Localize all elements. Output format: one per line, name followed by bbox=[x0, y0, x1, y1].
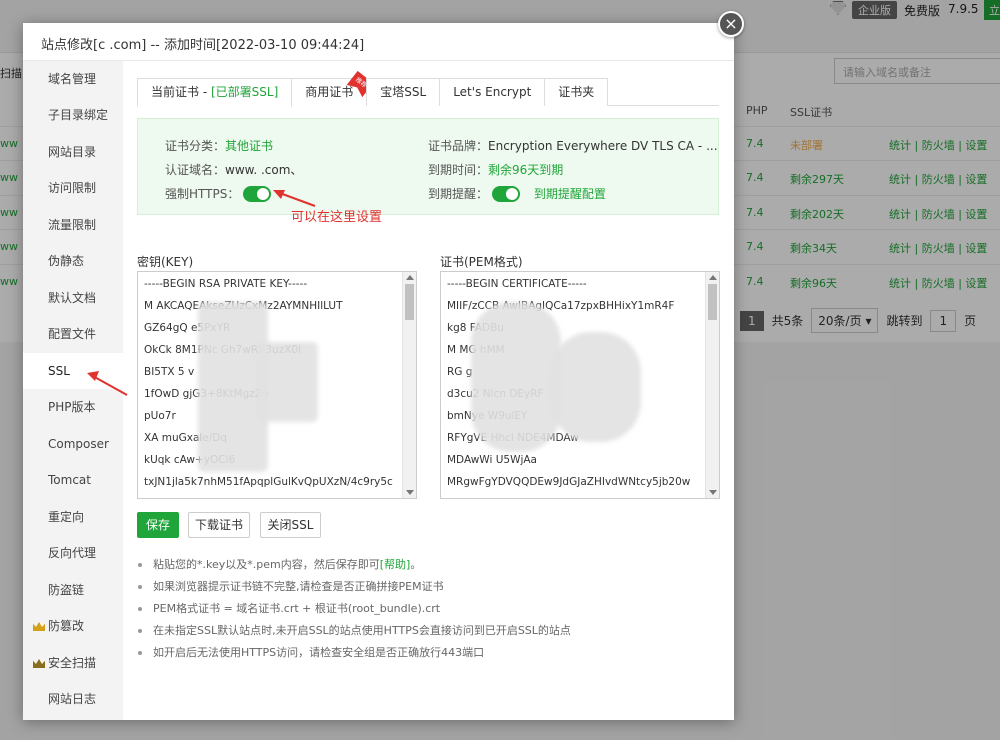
ssl-content: 当前证书 - [已部署SSL] 商用证书 推荐 宝塔SSL Let's Encry… bbox=[123, 61, 734, 720]
sidebar-item-label: 安全扫描 bbox=[48, 656, 97, 670]
ssl-tabs: 当前证书 - [已部署SSL] 商用证书 推荐 宝塔SSL Let's Encry… bbox=[137, 78, 719, 107]
site-edit-modal: 站点修改[c .com] -- 添加时间[2022-03-10 09:44:24… bbox=[23, 11, 744, 720]
list-item: 在未指定SSL默认站点时,未开启SSL的站点使用HTTPS会直接访问到已开启SS… bbox=[137, 620, 571, 642]
code-line: MDAwWi U5WjAa bbox=[447, 454, 537, 466]
code-line: -----BEGIN CERTIFICATE----- bbox=[447, 278, 587, 290]
cert-domain-label: 认证域名： bbox=[165, 163, 226, 177]
tab-label: 当前证书 - bbox=[151, 85, 211, 99]
cert-domain: 认证域名：www. .com、 bbox=[165, 161, 302, 178]
sidebar-item-security-scan[interactable]: 安全扫描 bbox=[23, 645, 123, 681]
sidebar-item-label: 防篡改 bbox=[48, 619, 85, 633]
download-cert-button[interactable]: 下载证书 bbox=[188, 512, 250, 538]
sidebar-item-traffic-limit[interactable]: 流量限制 bbox=[23, 207, 123, 243]
expire-remind-config-link[interactable]: 到期提醒配置 bbox=[534, 187, 606, 201]
tab-label: 商用证书 bbox=[305, 85, 354, 99]
expire-remind: 到期提醒： 到期提醒配置 bbox=[428, 185, 606, 202]
code-line: -----BEGIN RSA PRIVATE KEY----- bbox=[144, 278, 308, 290]
scroll-thumb[interactable] bbox=[405, 284, 414, 320]
cert-info-box: 证书分类：其他证书 证书品牌：Encryption Everywhere DV … bbox=[137, 118, 719, 215]
sidebar-item-redirect[interactable]: 重定向 bbox=[23, 499, 123, 535]
tab-current-cert[interactable]: 当前证书 - [已部署SSL] bbox=[137, 78, 293, 107]
crown-icon bbox=[33, 622, 45, 631]
cert-category: 证书分类：其他证书 bbox=[165, 137, 273, 154]
tab-baota-ssl[interactable]: 宝塔SSL bbox=[366, 78, 441, 106]
code-line: txJN1jla5k7nhM51fApqplGulKvQpUXzN/4c9ry5… bbox=[144, 476, 393, 488]
code-line: pUo7r bbox=[144, 410, 176, 422]
tips-list: 粘贴您的*.key以及*.pem内容，然后保存即可[帮助]。 如果浏览器提示证书… bbox=[137, 554, 571, 664]
sidebar-item-default-doc[interactable]: 默认文档 bbox=[23, 280, 123, 316]
sidebar-item-composer[interactable]: Composer bbox=[23, 426, 123, 462]
key-label: 密钥(KEY) bbox=[137, 255, 194, 269]
sidebar-item-subdir[interactable]: 子目录绑定 bbox=[23, 97, 123, 133]
cert-category-label: 证书分类： bbox=[165, 139, 226, 153]
scroll-down-icon[interactable] bbox=[709, 490, 717, 495]
list-item: 如开启后无法使用HTTPS访问，请检查安全组是否正确放行443端口 bbox=[137, 642, 571, 664]
code-line: MIIF/zCCB AwIBAgIQCa17zpxBHHixY1mR4F bbox=[447, 300, 675, 312]
list-item: 如果浏览器提示证书链不完整,请检查是否正确拼接PEM证书 bbox=[137, 576, 571, 598]
close-icon[interactable]: × bbox=[718, 11, 744, 37]
redaction-blur bbox=[551, 332, 641, 442]
code-line: MRgwFgYDVQQDEw9JdGJaZHIvdWNtcy5jb20w bbox=[447, 476, 691, 488]
sidebar-item-hotlink[interactable]: 防盗链 bbox=[23, 572, 123, 608]
save-button[interactable]: 保存 bbox=[137, 512, 179, 538]
force-https-label: 强制HTTPS： bbox=[165, 187, 240, 201]
code-line: BI5TX 5 v bbox=[144, 366, 195, 378]
tab-cert-folder[interactable]: 证书夹 bbox=[544, 78, 609, 106]
cert-brand: 证书品牌：Encryption Everywhere DV TLS CA - .… bbox=[428, 137, 718, 154]
crown-icon bbox=[33, 659, 45, 668]
scrollbar[interactable] bbox=[705, 272, 719, 498]
scrollbar[interactable] bbox=[402, 272, 416, 498]
sidebar-item-directory[interactable]: 网站目录 bbox=[23, 134, 123, 170]
code-line: RG g bbox=[447, 366, 473, 378]
sidebar-item-reverse-proxy[interactable]: 反向代理 bbox=[23, 535, 123, 571]
tab-commercial-cert[interactable]: 商用证书 推荐 bbox=[291, 78, 367, 106]
sidebar-item-site-log[interactable]: 网站日志 bbox=[23, 681, 123, 717]
list-item: PEM格式证书 = 域名证书.crt + 根证书(root_bundle).cr… bbox=[137, 598, 571, 620]
sidebar-item-tomcat[interactable]: Tomcat bbox=[23, 462, 123, 498]
cert-domain-value: www. .com、 bbox=[225, 163, 303, 177]
annotation-text: 可以在这里设置 bbox=[291, 210, 383, 225]
cert-brand-value: Encryption Everywhere DV TLS CA - ... bbox=[488, 139, 718, 153]
scroll-thumb[interactable] bbox=[708, 284, 717, 320]
certificate-textarea[interactable]: -----BEGIN CERTIFICATE----- MIIF/zCCB Aw… bbox=[440, 271, 720, 499]
expire-remind-toggle[interactable] bbox=[492, 186, 521, 202]
scroll-up-icon[interactable] bbox=[709, 275, 717, 280]
modal-title: 站点修改[c .com] -- 添加时间[2022-03-10 09:44:24… bbox=[41, 38, 365, 53]
sidebar-item-domain[interactable]: 域名管理 bbox=[23, 61, 123, 97]
expire-remind-label: 到期提醒： bbox=[428, 187, 489, 201]
tip-text: 粘贴您的*.key以及*.pem内容，然后保存即可 bbox=[153, 558, 380, 571]
redaction-blur bbox=[258, 342, 318, 422]
help-link[interactable]: [帮助] bbox=[380, 558, 411, 571]
tab-letsencrypt[interactable]: Let's Encrypt bbox=[439, 78, 546, 106]
sidebar-item-config[interactable]: 配置文件 bbox=[23, 316, 123, 352]
scroll-up-icon[interactable] bbox=[406, 275, 414, 280]
modal-header: 站点修改[c .com] -- 添加时间[2022-03-10 09:44:24… bbox=[23, 23, 734, 61]
scroll-down-icon[interactable] bbox=[406, 490, 414, 495]
tip-tail: 。 bbox=[410, 558, 422, 571]
annotation-arrow-ssl bbox=[87, 371, 128, 396]
ssl-deployed-status: [已部署SSL] bbox=[210, 85, 279, 99]
sidebar-item-tamper-proof[interactable]: 防篡改 bbox=[23, 608, 123, 644]
cert-expire-value: 剩余96天到期 bbox=[488, 163, 564, 177]
sidebar-item-access-limit[interactable]: 访问限制 bbox=[23, 170, 123, 206]
redaction-blur bbox=[471, 302, 561, 452]
cert-category-value: 其他证书 bbox=[225, 139, 274, 153]
private-key-textarea[interactable]: -----BEGIN RSA PRIVATE KEY----- M AKCAQE… bbox=[137, 271, 417, 499]
cert-expire: 到期时间：剩余96天到期 bbox=[428, 161, 563, 178]
cert-brand-label: 证书品牌： bbox=[428, 139, 489, 153]
cert-expire-label: 到期时间： bbox=[428, 163, 489, 177]
sidebar-item-rewrite[interactable]: 伪静态 bbox=[23, 243, 123, 279]
force-https: 强制HTTPS： bbox=[165, 185, 272, 202]
list-item: 粘贴您的*.key以及*.pem内容，然后保存即可[帮助]。 bbox=[137, 554, 571, 576]
cert-label: 证书(PEM格式) bbox=[440, 255, 523, 269]
close-ssl-button[interactable]: 关闭SSL bbox=[260, 512, 321, 538]
